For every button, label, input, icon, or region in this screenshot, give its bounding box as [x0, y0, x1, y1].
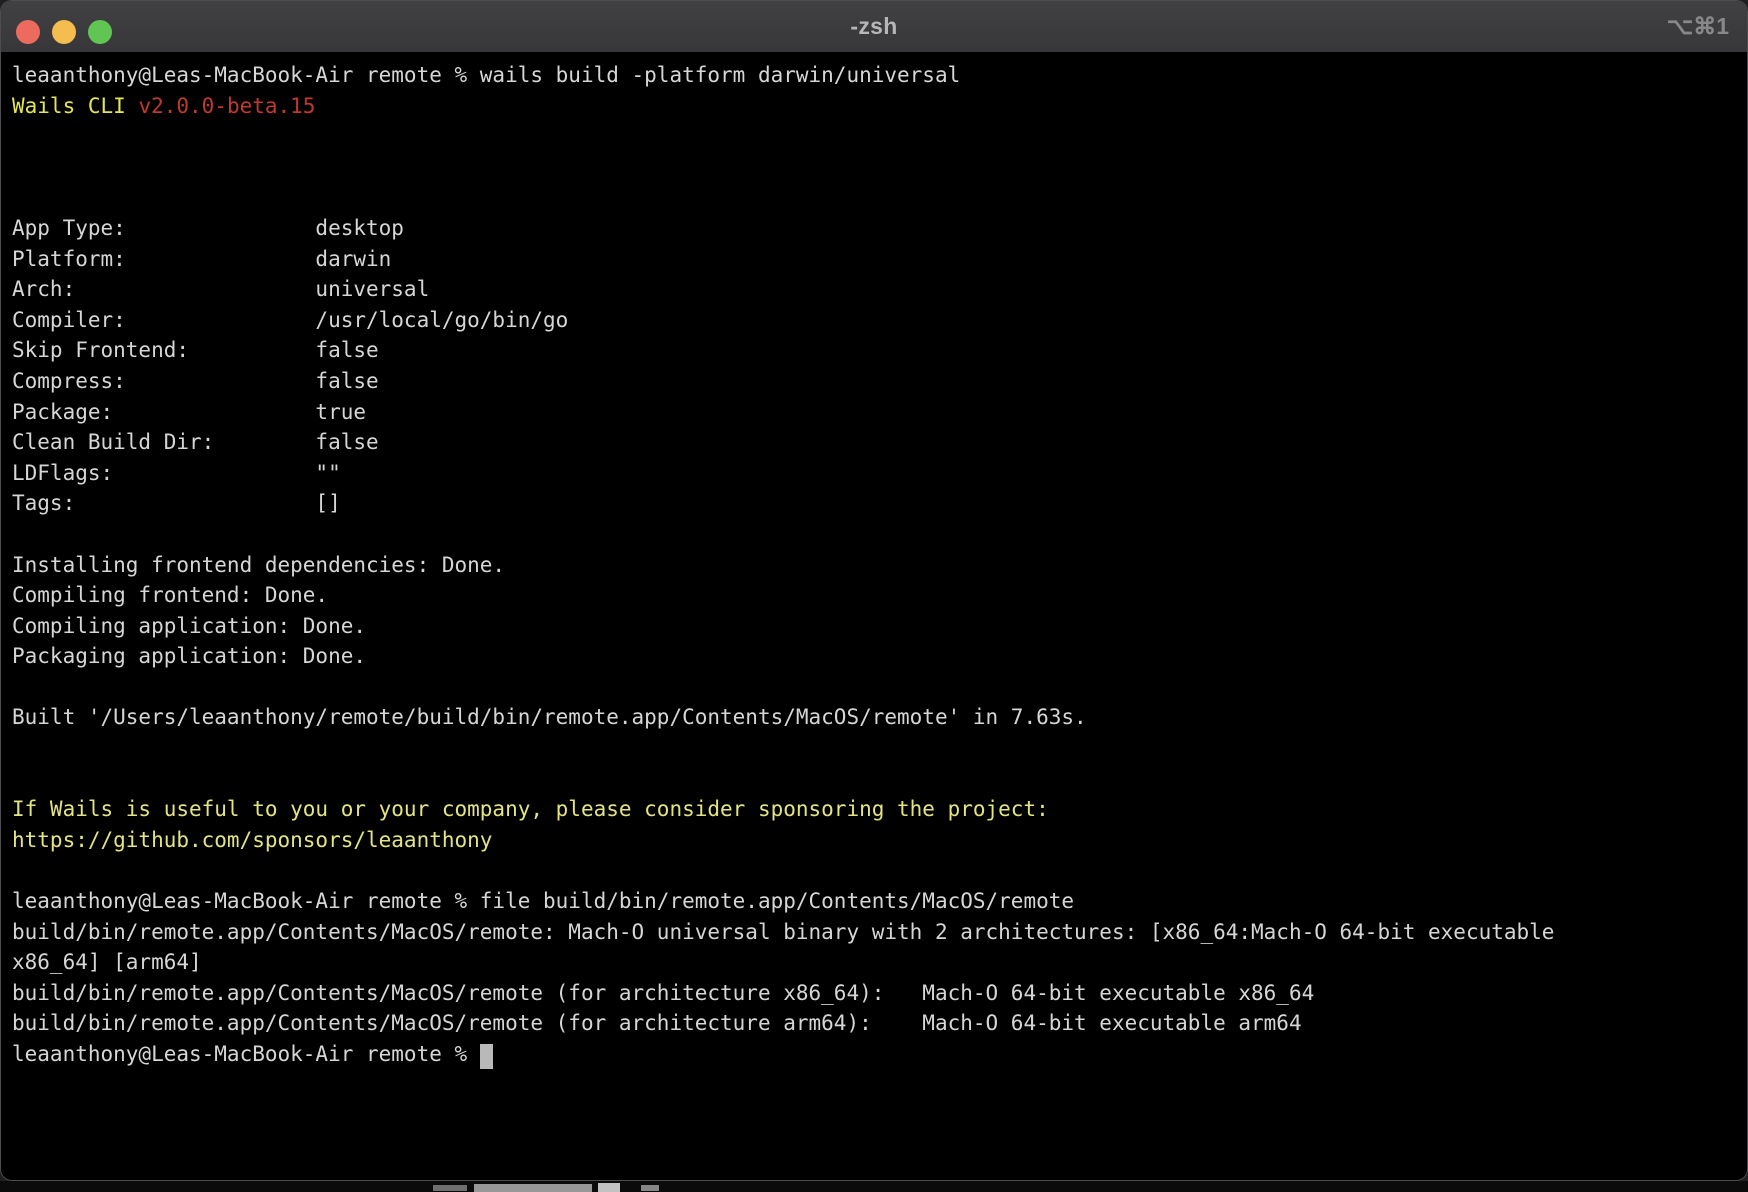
terminal-line: Built '/Users/leaanthony/remote/build/bi…: [12, 702, 1737, 733]
terminal-text-segment: build/bin/remote.app/Contents/MacOS/remo…: [12, 920, 1567, 944]
terminal-text-segment: Compiler: /usr/local/go/bin/go: [12, 308, 568, 332]
terminal-text-segment: Tags: []: [12, 491, 341, 515]
terminal-text-segment: leaanthony@Leas-MacBook-Air remote % fil…: [12, 889, 1074, 913]
terminal-line: Compiler: /usr/local/go/bin/go: [12, 305, 1737, 336]
terminal-line: Packaging application: Done.: [12, 641, 1737, 672]
terminal-text-segment: App Type: desktop: [12, 216, 404, 240]
terminal-line: Package: true: [12, 397, 1737, 428]
terminal-text-segment: v2.0.0-beta.15: [138, 94, 315, 118]
terminal-cursor: [480, 1044, 493, 1069]
terminal-line: Skip Frontend: false: [12, 335, 1737, 366]
terminal-text-segment: Built '/Users/leaanthony/remote/build/bi…: [12, 705, 1087, 729]
terminal-text-segment: Wails CLI: [12, 94, 138, 118]
terminal-text-segment: build/bin/remote.app/Contents/MacOS/remo…: [12, 1011, 1302, 1035]
terminal-line: Arch: universal: [12, 274, 1737, 305]
terminal-text-segment: If Wails is useful to you or your compan…: [12, 797, 1049, 821]
terminal-output[interactable]: leaanthony@Leas-MacBook-Air remote % wai…: [1, 53, 1747, 1181]
terminal-line: App Type: desktop: [12, 213, 1737, 244]
terminal-line: [12, 672, 1737, 703]
terminal-text-segment: Clean Build Dir: false: [12, 430, 379, 454]
terminal-text-segment: Installing frontend dependencies: Done.: [12, 553, 505, 577]
terminal-text-segment: Skip Frontend: false: [12, 338, 379, 362]
terminal-text-segment: https://github.com/sponsors/leaanthony: [12, 828, 492, 852]
terminal-line: [12, 121, 1737, 152]
terminal-line: LDFlags: "": [12, 458, 1737, 489]
terminal-line: leaanthony@Leas-MacBook-Air remote %: [12, 1039, 1737, 1070]
terminal-line: [12, 733, 1737, 764]
terminal-line: [12, 855, 1737, 886]
terminal-text-segment: build/bin/remote.app/Contents/MacOS/remo…: [12, 981, 1314, 1005]
terminal-line: Clean Build Dir: false: [12, 427, 1737, 458]
terminal-line: leaanthony@Leas-MacBook-Air remote % wai…: [12, 60, 1737, 91]
terminal-line: build/bin/remote.app/Contents/MacOS/remo…: [12, 1008, 1737, 1039]
terminal-line: If Wails is useful to you or your compan…: [12, 794, 1737, 825]
terminal-window: -zsh ⌥⌘1 leaanthony@Leas-MacBook-Air rem…: [0, 0, 1748, 1181]
terminal-text-segment: leaanthony@Leas-MacBook-Air remote %: [12, 1042, 480, 1066]
window-shortcut-badge: ⌥⌘1: [1667, 13, 1729, 40]
terminal-line: Compress: false: [12, 366, 1737, 397]
background-window-fragment: [598, 1183, 620, 1192]
terminal-text-segment: LDFlags: "": [12, 461, 341, 485]
terminal-line: Compiling frontend: Done.: [12, 580, 1737, 611]
terminal-text-segment: Package: true: [12, 400, 366, 424]
terminal-line: Wails CLI v2.0.0-beta.15: [12, 91, 1737, 122]
background-window-sliver: [0, 1181, 1748, 1192]
terminal-text-segment: Packaging application: Done.: [12, 644, 366, 668]
terminal-text-segment: Compress: false: [12, 369, 379, 393]
terminal-line: [12, 764, 1737, 795]
terminal-line: build/bin/remote.app/Contents/MacOS/remo…: [12, 917, 1737, 948]
background-window-fragment: [433, 1185, 467, 1191]
terminal-line: Platform: darwin: [12, 244, 1737, 275]
background-window-fragment: [474, 1184, 592, 1192]
terminal-text-segment: leaanthony@Leas-MacBook-Air remote % wai…: [12, 63, 960, 87]
terminal-text-segment: Compiling application: Done.: [12, 614, 366, 638]
window-title: -zsh: [850, 13, 897, 40]
traffic-lights: [16, 20, 112, 44]
terminal-line: [12, 182, 1737, 213]
terminal-line: [12, 519, 1737, 550]
terminal-line: Installing frontend dependencies: Done.: [12, 550, 1737, 581]
terminal-line: x86_64] [arm64]: [12, 947, 1737, 978]
terminal-line: leaanthony@Leas-MacBook-Air remote % fil…: [12, 886, 1737, 917]
terminal-line: Compiling application: Done.: [12, 611, 1737, 642]
terminal-text-segment: Platform: darwin: [12, 247, 391, 271]
zoom-button[interactable]: [88, 20, 112, 44]
terminal-line: build/bin/remote.app/Contents/MacOS/remo…: [12, 978, 1737, 1009]
terminal-text-segment: x86_64] [arm64]: [12, 950, 202, 974]
titlebar[interactable]: -zsh ⌥⌘1: [1, 1, 1747, 53]
terminal-text-segment: Arch: universal: [12, 277, 429, 301]
minimize-button[interactable]: [52, 20, 76, 44]
terminal-text-segment: Compiling frontend: Done.: [12, 583, 328, 607]
terminal-line: Tags: []: [12, 488, 1737, 519]
terminal-line: https://github.com/sponsors/leaanthony: [12, 825, 1737, 856]
terminal-line: [12, 152, 1737, 183]
background-window-fragment: [641, 1185, 659, 1191]
close-button[interactable]: [16, 20, 40, 44]
